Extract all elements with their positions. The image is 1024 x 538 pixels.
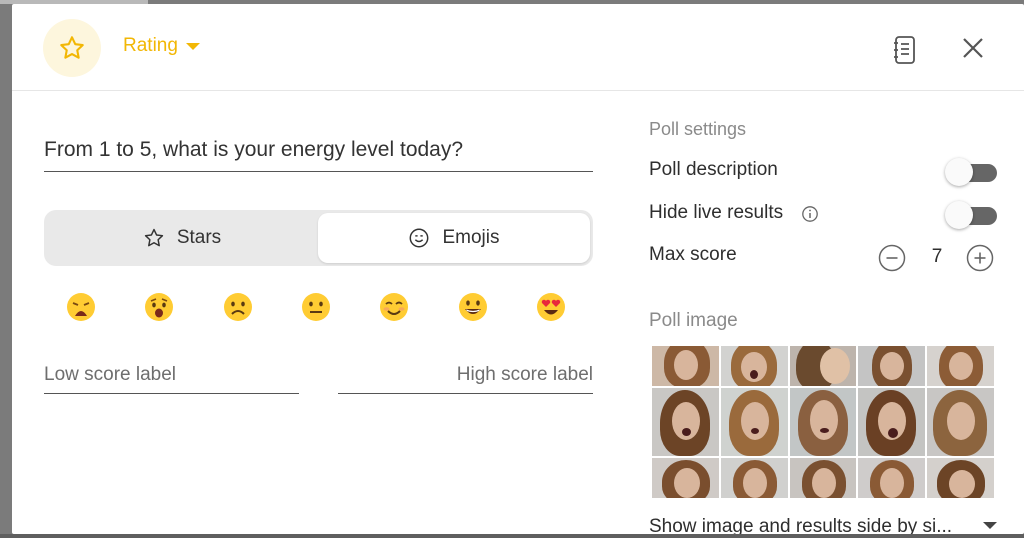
rating-style-stars[interactable]: Stars xyxy=(47,213,317,263)
photo-tile xyxy=(720,388,788,456)
high-score-label-input[interactable]: High score label xyxy=(338,360,593,394)
photo-tile xyxy=(789,458,857,498)
low-score-label-input[interactable]: Low score label xyxy=(44,360,299,394)
rating-style-toggle: Stars Emojis xyxy=(44,210,593,266)
minus-circle-icon[interactable] xyxy=(878,244,906,272)
notes-button[interactable] xyxy=(890,32,920,68)
star-icon xyxy=(60,36,84,59)
chevron-down-icon xyxy=(983,522,997,529)
photo-tile xyxy=(720,458,788,498)
photo-tile xyxy=(652,458,719,498)
toggle-thumb xyxy=(945,201,973,229)
rating-style-emojis[interactable]: Emojis xyxy=(318,213,590,263)
high-score-placeholder: High score label xyxy=(456,364,593,385)
photo-tile xyxy=(789,346,857,386)
poll-settings-title: Poll settings xyxy=(649,119,747,139)
dialog-header: Rating xyxy=(12,4,1024,91)
rating-style-emojis-label: Emojis xyxy=(442,227,500,248)
poll-editor-dialog: Rating From 1 to 5, what is your energy … xyxy=(12,4,1024,534)
poll-type-label: Rating xyxy=(123,35,178,56)
photo-tile xyxy=(789,388,857,456)
close-icon xyxy=(963,38,983,58)
poll-image-title: Poll image xyxy=(649,310,738,331)
anguished-face-icon[interactable] xyxy=(144,292,174,322)
max-score-value: 7 xyxy=(931,246,943,267)
photo-tile xyxy=(858,346,926,386)
toggle-thumb xyxy=(945,158,973,186)
photo-tile xyxy=(652,346,719,386)
low-score-placeholder: Low score label xyxy=(44,364,177,385)
frowning-face-icon[interactable] xyxy=(223,292,253,322)
photo-tile xyxy=(927,388,994,456)
emoji-scale xyxy=(44,288,593,328)
hide-live-results-label: Hide live results xyxy=(649,202,784,223)
photo-tile xyxy=(858,458,926,498)
notes-icon xyxy=(894,36,915,64)
info-icon[interactable] xyxy=(801,205,819,223)
photo-tile xyxy=(858,388,926,456)
grinning-face-icon[interactable] xyxy=(458,292,488,322)
max-score-label: Max score xyxy=(649,244,737,265)
smiling-face-icon[interactable] xyxy=(379,292,409,322)
photo-tile xyxy=(720,346,788,386)
question-text: From 1 to 5, what is your energy level t… xyxy=(44,138,464,161)
smiley-icon xyxy=(410,228,429,248)
weary-face-icon[interactable] xyxy=(66,292,96,322)
rating-style-stars-label: Stars xyxy=(176,227,222,248)
background-strip-bottom xyxy=(0,534,1024,538)
image-layout-dropdown[interactable]: Show image and results side by si... xyxy=(649,514,999,534)
star-icon xyxy=(144,228,163,247)
poll-image-preview[interactable] xyxy=(652,346,994,498)
photo-tile xyxy=(652,388,719,456)
photo-tile xyxy=(927,346,994,386)
heart-eyes-face-icon[interactable] xyxy=(536,292,566,322)
hide-live-results-toggle[interactable] xyxy=(945,201,997,229)
question-input[interactable]: From 1 to 5, what is your energy level t… xyxy=(44,132,593,172)
image-layout-value: Show image and results side by si... xyxy=(649,516,953,534)
poll-type-dropdown[interactable]: Rating xyxy=(123,35,200,57)
neutral-face-icon[interactable] xyxy=(301,292,331,322)
poll-type-badge xyxy=(43,19,101,77)
photo-tile xyxy=(927,458,994,498)
poll-description-toggle[interactable] xyxy=(945,158,997,186)
plus-circle-icon[interactable] xyxy=(966,244,994,272)
close-button[interactable] xyxy=(959,34,987,62)
poll-description-label: Poll description xyxy=(649,159,778,180)
chevron-down-icon xyxy=(185,42,200,50)
